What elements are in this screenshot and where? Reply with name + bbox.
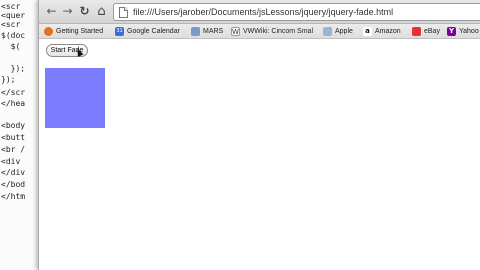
bookmarks-bar: Getting Started 31 Google Calendar MARS … [39,24,480,39]
bookmark-amazon[interactable]: a Amazon [363,25,401,38]
code-line: $( [1,42,21,51]
bookmark-label: Google Calendar [127,28,180,35]
code-line: }); [1,75,16,84]
bookmark-vwwiki[interactable]: W VWWiki: Cincom Smal [231,25,313,38]
bookmark-mars[interactable]: MARS [191,25,223,38]
bookmark-yahoo[interactable]: Y Yahoo [447,25,479,38]
code-line: $(doc [1,31,26,40]
code-line: <div [1,157,21,166]
bookmark-label: Apple [335,28,353,35]
back-arrow-icon[interactable]: ← [45,5,58,18]
code-line: <quer [1,11,26,20]
code-line: </div [1,168,26,177]
page-icon [119,7,128,18]
home-icon[interactable]: ⌂ [95,5,108,18]
mars-icon [191,27,200,36]
url-text: file:///Users/jarober/Documents/jsLesson… [133,7,394,17]
firefox-icon [44,27,53,36]
bookmark-label: eBay [424,28,440,35]
bookmark-label: Yahoo [459,28,479,35]
page-content: Start Fade [39,40,480,270]
code-line: <butt [1,133,26,142]
fade-box [45,68,105,128]
bookmark-label: MARS [203,28,224,35]
bookmark-apple[interactable]: Apple [323,25,353,38]
reload-icon[interactable]: ↻ [78,5,91,18]
code-line: <scr [1,20,21,29]
address-bar[interactable]: file:///Users/jarober/Documents/jsLesson… [113,3,480,21]
browser-window: ← → ↻ ⌂ file:///Users/jarober/Documents/… [38,0,480,270]
amazon-icon: a [363,27,372,36]
code-line: </htm [1,192,26,201]
calendar-icon: 31 [115,27,124,36]
code-line: <body [1,121,26,130]
code-line: }); [1,64,26,73]
yahoo-icon: Y [447,27,456,36]
code-line: </scr [1,88,26,97]
bookmark-label: Amazon [375,28,401,35]
code-editor[interactable]: <scr <quer <scr $(doc $( }); }); </scr <… [0,0,40,270]
code-line: <br / [1,145,26,154]
ebay-icon [412,27,421,36]
wiki-icon: W [231,27,240,36]
bookmark-label: VWWiki: Cincom Smal [243,28,314,35]
screen: <scr <quer <scr $(doc $( }); }); </scr <… [0,0,480,270]
bookmark-getting-started[interactable]: Getting Started [44,25,103,38]
bookmark-label: Getting Started [56,28,104,35]
code-line: </bod [1,180,26,189]
folder-icon [323,27,332,36]
code-line: <scr [1,2,21,11]
forward-arrow-icon[interactable]: → [61,5,74,18]
bookmark-google-calendar[interactable]: 31 Google Calendar [115,25,180,38]
bookmark-ebay[interactable]: eBay [412,25,440,38]
browser-toolbar: ← → ↻ ⌂ file:///Users/jarober/Documents/… [39,0,480,24]
code-line: </hea [1,99,26,108]
